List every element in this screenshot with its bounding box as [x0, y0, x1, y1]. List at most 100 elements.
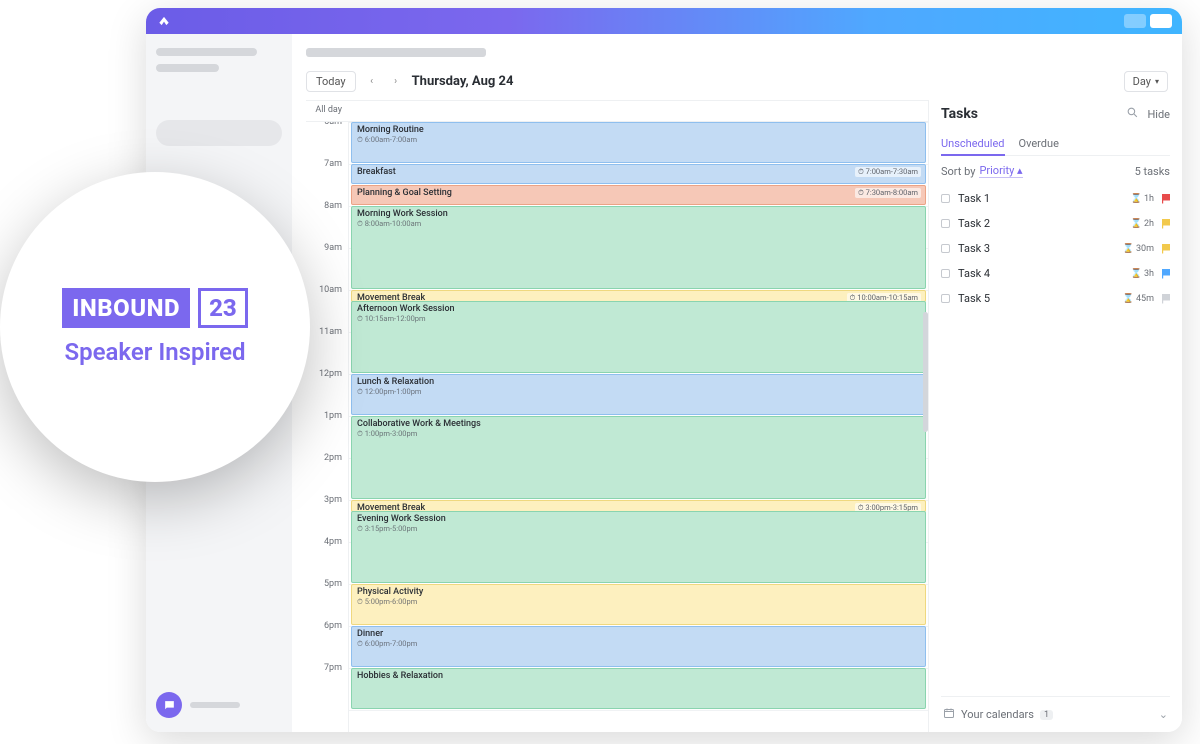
priority-flag-icon[interactable] [1162, 194, 1170, 204]
hour-label: 10am [306, 285, 348, 327]
sidebar-search[interactable] [156, 120, 282, 146]
window-control[interactable] [1124, 14, 1146, 28]
task-name: Task 2 [958, 217, 1123, 230]
event-title: Dinner [357, 629, 920, 639]
hour-label: 7pm [306, 663, 348, 705]
hour-label: 4pm [306, 537, 348, 579]
chevron-down-icon: ▾ [1155, 77, 1159, 86]
event-title: Afternoon Work Session [357, 304, 920, 314]
inbound-subtitle: Speaker Inspired [64, 338, 245, 366]
task-checkbox[interactable] [941, 269, 950, 278]
calendar-event[interactable]: Physical Activity⏱ 5:00pm-6:00pm [351, 584, 926, 625]
event-time: ⏱ 7:30am-8:00am [855, 188, 921, 198]
hour-label: 5pm [306, 579, 348, 621]
hour-label: 2pm [306, 453, 348, 495]
priority-flag-icon[interactable] [1162, 219, 1170, 229]
event-title: Morning Routine [357, 125, 920, 135]
event-time: ⏱ 1:00pm-3:00pm [357, 429, 920, 439]
hour-label: 3pm [306, 495, 348, 537]
calendar-event[interactable]: Evening Work Session⏱ 3:15pm-5:00pm [351, 511, 926, 584]
window-control[interactable] [1150, 14, 1172, 28]
hide-button[interactable]: Hide [1147, 108, 1170, 121]
task-name: Task 4 [958, 267, 1123, 280]
hour-label: 9am [306, 243, 348, 285]
task-checkbox[interactable] [941, 219, 950, 228]
event-time: ⏱ 7:00am-7:30am [855, 167, 921, 177]
calendar-icon [943, 707, 955, 722]
task-name: Task 5 [958, 292, 1115, 305]
task-item[interactable]: Task 3⌛30m [941, 236, 1170, 261]
task-item[interactable]: Task 1⌛1h [941, 186, 1170, 211]
calendar-toolbar: Today ‹ › Thursday, Aug 24 Day▾ [306, 71, 1182, 92]
today-button[interactable]: Today [306, 71, 356, 92]
event-title: Planning & Goal Setting [357, 188, 920, 198]
inbound-year: 23 [198, 288, 248, 328]
search-icon[interactable] [1126, 106, 1139, 122]
task-item[interactable]: Task 5 ⌛45m [941, 286, 1170, 311]
hourglass-icon: ⌛ [1131, 194, 1142, 204]
event-title: Hobbies & Relaxation [357, 671, 920, 681]
date-title: Thursday, Aug 24 [412, 74, 514, 89]
task-list: Task 1⌛1hTask 2⌛2hTask 3⌛30mTask 4⌛3hTas… [941, 186, 1170, 311]
tab-overdue[interactable]: Overdue [1019, 132, 1059, 155]
hour-label: 7am [306, 159, 348, 201]
sidebar-stub [190, 702, 240, 708]
calendar-event[interactable]: Lunch & Relaxation⏱ 12:00pm-1:00pm [351, 374, 926, 415]
calendar-event[interactable]: Morning Work Session⏱ 8:00am-10:00am [351, 206, 926, 289]
task-checkbox[interactable] [941, 244, 950, 253]
task-checkbox[interactable] [941, 294, 950, 303]
priority-flag-icon[interactable] [1162, 294, 1170, 304]
calendar-event[interactable]: Afternoon Work Session⏱ 10:15am-12:00pm [351, 301, 926, 374]
tab-unscheduled[interactable]: Unscheduled [941, 132, 1005, 155]
scrollbar[interactable] [923, 312, 928, 432]
priority-flag-icon[interactable] [1162, 269, 1170, 279]
tasks-title: Tasks [941, 106, 978, 122]
hourglass-icon: ⌛ [1131, 219, 1142, 229]
hours-column: 6am7am8am9am10am11am12pm1pm2pm3pm4pm5pm6… [306, 122, 348, 732]
event-title: Collaborative Work & Meetings [357, 419, 920, 429]
next-day-button[interactable]: › [388, 72, 404, 92]
task-duration: ⌛45m [1123, 294, 1154, 304]
tasks-panel: Tasks Hide Unscheduled Overdue Sort by P… [929, 100, 1182, 732]
hourglass-icon: ⌛ [1131, 269, 1142, 279]
chevron-down-icon: ⌄ [1159, 708, 1168, 721]
event-time: ⏱ 5:00pm-6:00pm [357, 597, 920, 607]
priority-flag-icon[interactable] [1162, 244, 1170, 254]
titlebar [146, 8, 1182, 34]
main-area: Today ‹ › Thursday, Aug 24 Day▾ All day … [292, 34, 1182, 732]
calendar-grid: All day 6am7am8am9am10am11am12pm1pm2pm3p… [306, 100, 929, 732]
hour-label: 6pm [306, 621, 348, 663]
calendar-event[interactable]: Collaborative Work & Meetings⏱ 1:00pm-3:… [351, 416, 926, 499]
sidebar-stub [156, 64, 219, 72]
hour-label: 11am [306, 327, 348, 369]
calendar-event[interactable]: Dinner⏱ 6:00pm-7:00pm [351, 626, 926, 667]
prev-day-button[interactable]: ‹ [364, 72, 380, 92]
task-item[interactable]: Task 2⌛2h [941, 211, 1170, 236]
event-title: Physical Activity [357, 587, 920, 597]
clickup-logo-icon [156, 13, 172, 29]
task-count: 5 tasks [1135, 165, 1170, 178]
allday-cell[interactable] [348, 101, 928, 121]
task-name: Task 1 [958, 192, 1123, 205]
inbound-badge: INBOUND 23 Speaker Inspired [0, 172, 310, 482]
task-item[interactable]: Task 4⌛3h [941, 261, 1170, 286]
hourglass-icon: ⌛ [1123, 244, 1134, 254]
hourglass-icon: ⌛ [1123, 294, 1134, 304]
calendars-footer[interactable]: Your calendars 1 ⌄ [941, 696, 1170, 732]
sort-selector[interactable]: Priority ▴ [979, 164, 1022, 178]
view-selector[interactable]: Day▾ [1124, 71, 1168, 92]
chat-icon[interactable] [156, 692, 182, 718]
event-time: ⏱ 6:00pm-7:00pm [357, 639, 920, 649]
hour-label: 8am [306, 201, 348, 243]
calendar-event[interactable]: Breakfast⏱ 7:00am-7:30am [351, 164, 926, 184]
tasks-tabs: Unscheduled Overdue [941, 132, 1170, 156]
event-time: ⏱ 6:00am-7:00am [357, 135, 920, 145]
calendar-event[interactable]: Morning Routine⏱ 6:00am-7:00am [351, 122, 926, 163]
day-column[interactable]: Morning Routine⏱ 6:00am-7:00amBreakfast⏱… [348, 122, 928, 732]
event-title: Lunch & Relaxation [357, 377, 920, 387]
event-time: ⏱ 3:15pm-5:00pm [357, 524, 920, 534]
calendar-event[interactable]: Hobbies & Relaxation [351, 668, 926, 709]
calendar-event[interactable]: Planning & Goal Setting⏱ 7:30am-8:00am [351, 185, 926, 205]
task-checkbox[interactable] [941, 194, 950, 203]
task-name: Task 3 [958, 242, 1115, 255]
